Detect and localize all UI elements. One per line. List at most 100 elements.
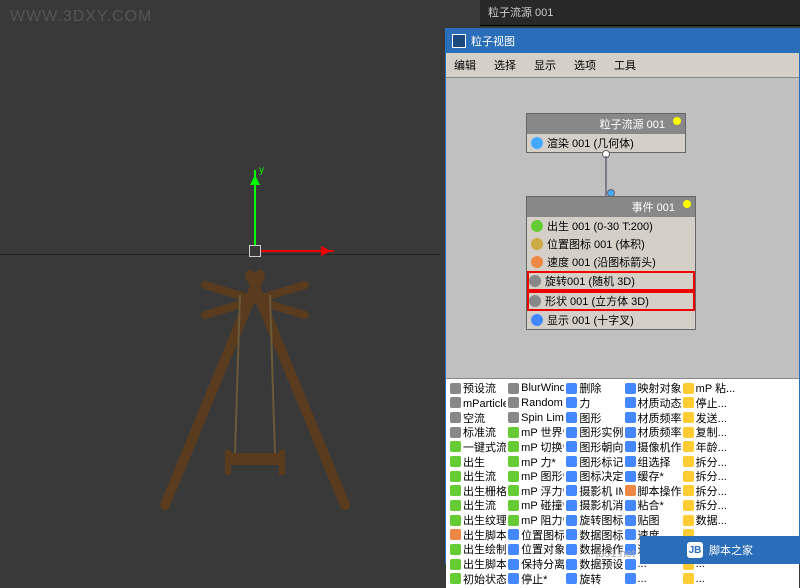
swing-model[interactable]	[145, 265, 365, 515]
depot-item[interactable]: 出生流	[448, 498, 506, 513]
depot-item	[739, 513, 797, 528]
depot-item[interactable]: 删除	[564, 381, 622, 396]
depot-item[interactable]: ...	[681, 571, 739, 586]
depot-item[interactable]: 贴图	[623, 513, 681, 528]
depot-item[interactable]: 出生纹理	[448, 513, 506, 528]
operator-row[interactable]: 出生 001 (0-30 T:200)	[527, 217, 695, 235]
menu-display[interactable]: 显示	[530, 56, 560, 74]
depot-item[interactable]: 粘合*	[623, 498, 681, 513]
x-axis-gizmo[interactable]	[254, 250, 334, 252]
depot-item[interactable]: 拆分...	[681, 454, 739, 469]
depot-item[interactable]: 组选择	[623, 454, 681, 469]
depot-item[interactable]: 图形标记	[564, 454, 622, 469]
depot-item[interactable]: 图标决定速率*	[564, 469, 622, 484]
bulb-icon[interactable]	[682, 199, 692, 209]
depot-icon	[625, 427, 636, 438]
depot-item[interactable]: 摄像机作符	[623, 440, 681, 455]
depot-item[interactable]: 材质频率	[623, 410, 681, 425]
source-node[interactable]: 粒子流源 001 渲染 001 (几何体)	[526, 113, 686, 153]
menu-bar[interactable]: 编辑 选择 显示 选项 工具	[446, 53, 799, 78]
menu-select[interactable]: 选择	[490, 56, 520, 74]
event-node[interactable]: 事件 001 出生 001 (0-30 T:200)位置图标 001 (体积)速…	[526, 196, 696, 330]
depot-item[interactable]: mP 力*	[506, 454, 564, 469]
menu-options[interactable]: 选项	[570, 56, 600, 74]
window-titlebar[interactable]: 粒子视图	[446, 29, 799, 53]
depot-item[interactable]: 拆分...	[681, 483, 739, 498]
depot-item[interactable]: 材质频率	[623, 425, 681, 440]
depot-item[interactable]: 映射对象	[623, 381, 681, 396]
depot-item[interactable]: 数据...	[681, 513, 739, 528]
depot-item[interactable]: mP 浮力*	[506, 483, 564, 498]
depot-item[interactable]: 年龄...	[681, 440, 739, 455]
depot-item[interactable]: 缓存*	[623, 469, 681, 484]
operator-row[interactable]: 显示 001 (十字叉)	[527, 311, 695, 329]
depot-icon	[566, 383, 577, 394]
menu-tools[interactable]: 工具	[610, 56, 640, 74]
depot-item[interactable]: 出生	[448, 454, 506, 469]
depot-item[interactable]: mP 粘...	[681, 381, 739, 396]
depot-item[interactable]: 预设流	[448, 381, 506, 396]
depot-icon	[508, 427, 519, 438]
depot-item[interactable]: mP 切换*	[506, 440, 564, 455]
depot-item[interactable]: 发送...	[681, 410, 739, 425]
depot-item[interactable]: 旋转	[564, 571, 622, 586]
depot-item[interactable]: 材质动态	[623, 396, 681, 411]
depot-item[interactable]: 初始状态*	[448, 571, 506, 586]
menu-edit[interactable]: 编辑	[450, 56, 480, 74]
depot-item[interactable]: 停止...	[681, 396, 739, 411]
depot-item[interactable]: 位置图标	[506, 527, 564, 542]
depot-item[interactable]: 停止*	[506, 571, 564, 586]
depot-item[interactable]: 拆分...	[681, 469, 739, 484]
footer-banner[interactable]: JB 脚本之家	[640, 536, 800, 564]
shape-icon	[529, 295, 541, 307]
depot-icon	[508, 471, 519, 482]
depot-item[interactable]: 复制...	[681, 425, 739, 440]
y-axis-gizmo[interactable]	[254, 170, 256, 250]
depot-item[interactable]: 拆分...	[681, 498, 739, 513]
depot-item[interactable]: 旋转图标*	[564, 513, 622, 528]
depot-item[interactable]: 摄影机 IMBlur*	[564, 483, 622, 498]
operator-row[interactable]: 形状 001 (立方体 3D)	[527, 291, 695, 311]
depot-item[interactable]: 位置对象	[506, 542, 564, 557]
depot-item[interactable]: 图形	[564, 410, 622, 425]
depot-icon	[625, 500, 636, 511]
depot-item[interactable]: mP 阻力*	[506, 513, 564, 528]
pos-icon	[531, 238, 543, 250]
depot-item[interactable]: 摄影机消隐*	[564, 498, 622, 513]
depot-item[interactable]: 标准流	[448, 425, 506, 440]
gizmo-origin[interactable]	[249, 245, 261, 257]
depot-item[interactable]: mP 图形*	[506, 469, 564, 484]
depot-item[interactable]: 出生流	[448, 469, 506, 484]
flow-canvas[interactable]: 粒子流源 001 渲染 001 (几何体) 事件 001 出生 001 (0-3…	[446, 78, 799, 378]
input-connector[interactable]	[607, 189, 615, 197]
depot-item[interactable]: 出生脚本	[448, 527, 506, 542]
depot-icon	[508, 529, 519, 540]
depot-item[interactable]: 保持分离*	[506, 557, 564, 572]
depot-item[interactable]: 数据图标*	[564, 527, 622, 542]
depot-item[interactable]: 出生绘制	[448, 542, 506, 557]
depot-item[interactable]: 图形朝向	[564, 440, 622, 455]
depot-item[interactable]: ...	[623, 571, 681, 586]
depot-item[interactable]: Spin Limit*	[506, 410, 564, 425]
depot-item[interactable]: mP 世界*	[506, 425, 564, 440]
depot-item[interactable]: 出生脚本	[448, 557, 506, 572]
operator-row[interactable]: 旋转001 (随机 3D)	[527, 271, 695, 291]
depot-item[interactable]: 力	[564, 396, 622, 411]
depot-item[interactable]: 出生栅格	[448, 483, 506, 498]
depot-item[interactable]: mP 碰撞*	[506, 498, 564, 513]
bulb-icon[interactable]	[672, 116, 682, 126]
depot-item[interactable]: 一键式流	[448, 440, 506, 455]
operator-row[interactable]: 位置图标 001 (体积)	[527, 235, 695, 253]
depot-item[interactable]: BlurWind...	[506, 381, 564, 396]
depot-item[interactable]: 空流	[448, 410, 506, 425]
depot-icon	[450, 500, 461, 511]
depot-icon	[566, 412, 577, 423]
operator-row[interactable]: 速度 001 (沿图标箭头)	[527, 253, 695, 271]
depot-item[interactable]: mParticles 流*	[448, 396, 506, 411]
depot-item[interactable]: Random Walk	[506, 396, 564, 411]
depot-item[interactable]: 脚本操作符	[623, 483, 681, 498]
particle-view-window[interactable]: 粒子视图 编辑 选择 显示 选项 工具 粒子流源 001 渲染 001 (几何体…	[445, 28, 800, 564]
depot-item[interactable]: 图形实例	[564, 425, 622, 440]
source-node-header[interactable]: 粒子流源 001	[527, 114, 685, 134]
event-node-header[interactable]: 事件 001	[527, 197, 695, 217]
